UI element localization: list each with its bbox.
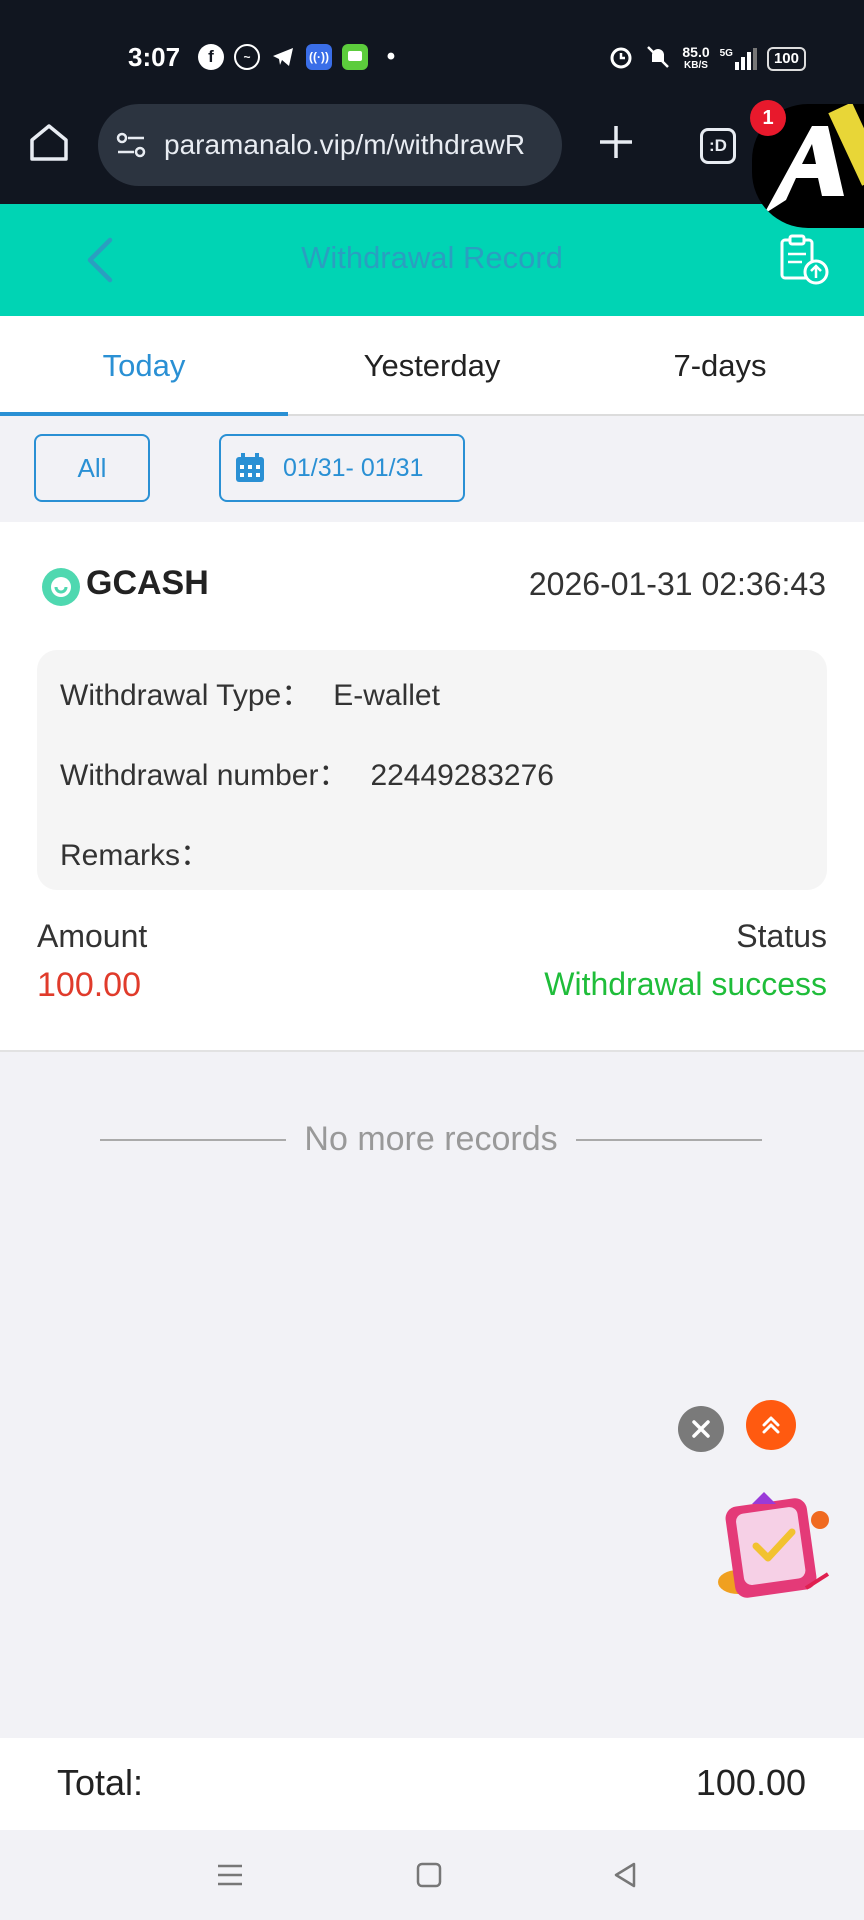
status-value: Withdrawal success: [544, 966, 827, 1002]
messenger-icon: ~: [234, 44, 260, 70]
promo-gift-widget[interactable]: [708, 1478, 840, 1604]
list-end-indicator: No more records: [100, 1120, 763, 1159]
gcash-icon: [42, 568, 80, 606]
calendar-icon: [236, 453, 264, 482]
notification-badge: 1: [750, 100, 786, 136]
home-button[interactable]: [28, 122, 70, 162]
facebook-icon: f: [198, 44, 224, 70]
mute-bell-icon: [644, 44, 672, 73]
telegram-icon: [270, 44, 296, 70]
amount-value: 100.00: [37, 966, 141, 1004]
close-icon: [692, 1420, 710, 1438]
page-title: Withdrawal Record: [301, 240, 563, 275]
remarks-label: Remarks：: [60, 839, 211, 872]
menu-icon: [218, 1864, 242, 1886]
record-datetime: 2026-01-31 02:36:43: [528, 566, 826, 602]
status-label: Status: [736, 918, 827, 954]
home-nav-button[interactable]: [414, 1860, 444, 1890]
divider: [100, 1138, 287, 1141]
withdrawal-number-value: 22449283276: [370, 759, 554, 792]
alarm-icon: [608, 44, 634, 73]
withdrawal-type-value: E-wallet: [333, 679, 440, 712]
total-value: 100.00: [695, 1762, 806, 1803]
divider: [575, 1138, 763, 1141]
signal-icon: 5G: [720, 47, 757, 70]
tab-switcher-button[interactable]: :D: [700, 128, 736, 164]
recent-apps-button[interactable]: [215, 1860, 245, 1890]
withdrawal-type-label: Withdrawal Type：: [60, 679, 312, 712]
withdrawal-number-label: Withdrawal number：: [60, 759, 349, 792]
tab-yesterday[interactable]: Yesterday: [288, 316, 576, 414]
clipboard-upload-icon: [780, 234, 829, 285]
close-floating-button[interactable]: [678, 1406, 724, 1452]
scroll-to-top-button[interactable]: [746, 1400, 796, 1450]
net-speed: 85.0 KB/S: [682, 43, 710, 71]
date-range-text: 01/31- 01/31: [283, 453, 424, 482]
site-settings-icon[interactable]: [114, 130, 148, 160]
status-bar: 3:07 f ~ ((·)) • 85.0 KB/S 5G 100: [0, 0, 864, 100]
square-icon: [416, 1862, 442, 1888]
payment-method-name: GCASH: [86, 564, 209, 602]
tab-7-days[interactable]: 7-days: [576, 316, 864, 414]
new-tab-button[interactable]: [594, 120, 638, 164]
home-icon: [30, 124, 68, 161]
amount-label: Amount: [37, 918, 148, 954]
address-bar[interactable]: paramanalo.vip/m/withdrawR: [98, 104, 562, 186]
plus-icon: [600, 126, 632, 158]
gift-box-icon: [718, 1492, 830, 1598]
back-nav-button[interactable]: [610, 1860, 640, 1890]
withdrawal-type-row: Withdrawal Type： E-wallet: [60, 670, 440, 714]
more-notifications-dot-icon: •: [386, 43, 396, 70]
tab-today[interactable]: Today: [0, 316, 288, 416]
upload-record-button[interactable]: [776, 232, 832, 288]
triangle-back-icon: [614, 1862, 636, 1888]
battery-indicator: 100: [766, 46, 806, 71]
double-chevron-up-icon: [762, 1416, 780, 1434]
url-text: paramanalo.vip/m/withdrawR: [164, 129, 526, 160]
remarks-row: Remarks：: [60, 830, 210, 874]
status-time: 3:07: [128, 42, 181, 72]
date-range-button[interactable]: 01/31- 01/31: [219, 434, 465, 502]
messages-app-icon: [342, 44, 368, 70]
notification-icons: f ~ ((·)) •: [198, 43, 404, 70]
no-more-records-text: No more records: [304, 1120, 558, 1158]
system-icons: 85.0 KB/S 5G 100: [608, 44, 806, 73]
radio-app-icon: ((·)): [306, 44, 332, 70]
total-label: Total:: [57, 1762, 144, 1803]
withdrawal-number-row: Withdrawal number： 22449283276: [60, 750, 554, 794]
period-tabs: Today Yesterday 7-days: [0, 316, 864, 416]
type-filter-button[interactable]: All: [34, 434, 150, 502]
